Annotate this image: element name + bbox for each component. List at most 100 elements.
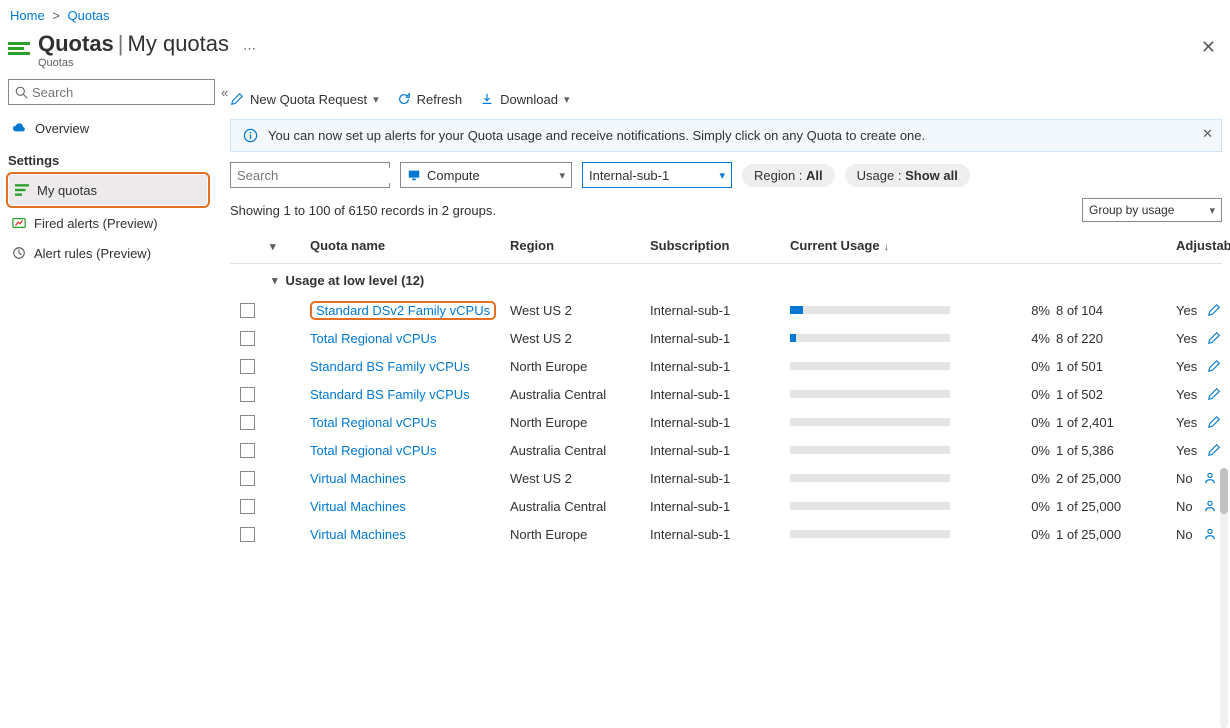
usage-bar <box>790 530 950 538</box>
pencil-icon[interactable] <box>1207 303 1221 317</box>
cell-region: West US 2 <box>510 303 650 318</box>
quota-name-link[interactable]: Virtual Machines <box>310 471 406 486</box>
col-region[interactable]: Region <box>510 238 650 253</box>
row-checkbox[interactable] <box>240 443 255 458</box>
scrollbar-thumb[interactable] <box>1220 468 1228 514</box>
content-pane: New Quota Request ▾ Refresh Download ▾ Y… <box>216 79 1230 548</box>
table-row: Virtual Machines Australia Central Inter… <box>230 492 1222 520</box>
filter-search-input[interactable] <box>237 168 413 183</box>
vertical-scrollbar[interactable] <box>1220 468 1228 728</box>
sidebar-section-settings: Settings <box>6 143 216 172</box>
pencil-icon[interactable] <box>1207 359 1221 373</box>
chevron-down-icon: ▾ <box>559 169 565 182</box>
sidebar-item-fired-alerts[interactable]: Fired alerts (Preview) <box>6 208 216 238</box>
cell-usage: 8 of 104 <box>1056 303 1176 318</box>
sidebar-item-alert-rules[interactable]: Alert rules (Preview) <box>6 238 216 268</box>
table-row: Virtual Machines West US 2 Internal-sub-… <box>230 464 1222 492</box>
sidebar-search-input[interactable] <box>32 85 208 100</box>
filter-provider[interactable]: Compute ▾ <box>400 162 572 188</box>
quota-name-link[interactable]: Total Regional vCPUs <box>310 443 436 458</box>
sidebar-search[interactable] <box>8 79 215 105</box>
cell-adjustable: No <box>1176 527 1193 542</box>
clock-icon <box>12 246 26 260</box>
usage-bar <box>790 334 950 342</box>
pencil-icon[interactable] <box>1207 387 1221 401</box>
toolbar-label: Download <box>500 92 558 107</box>
banner-text: You can now set up alerts for your Quota… <box>268 128 925 143</box>
chevron-down-icon[interactable]: ▾ <box>270 241 276 253</box>
person-icon[interactable] <box>1203 527 1217 541</box>
cell-percent: 0% <box>980 443 1056 458</box>
usage-bar <box>790 446 950 454</box>
pencil-icon[interactable] <box>1207 443 1221 457</box>
row-checkbox[interactable] <box>240 415 255 430</box>
row-checkbox[interactable] <box>240 303 255 318</box>
sidebar-item-label: Fired alerts (Preview) <box>34 216 158 231</box>
group-header-row[interactable]: ▾ Usage at low level (12) <box>230 264 1222 296</box>
refresh-icon <box>397 92 411 106</box>
quota-name-link[interactable]: Total Regional vCPUs <box>310 331 436 346</box>
quota-name-link[interactable]: Total Regional vCPUs <box>310 415 436 430</box>
breadcrumb-quotas[interactable]: Quotas <box>68 8 110 23</box>
cloud-icon <box>12 121 27 136</box>
sidebar-item-my-quotas[interactable]: My quotas <box>9 175 207 205</box>
quota-name-link[interactable]: Virtual Machines <box>310 527 406 542</box>
table-row: Total Regional vCPUs Australia Central I… <box>230 436 1222 464</box>
col-quota-name[interactable]: Quota name <box>310 238 510 253</box>
cell-region: West US 2 <box>510 471 650 486</box>
person-icon[interactable] <box>1203 471 1217 485</box>
cell-percent: 0% <box>980 499 1056 514</box>
cell-subscription: Internal-sub-1 <box>650 499 790 514</box>
cell-usage: 1 of 25,000 <box>1056 499 1176 514</box>
person-icon[interactable] <box>1203 499 1217 513</box>
records-count: Showing 1 to 100 of 6150 records in 2 gr… <box>230 203 496 218</box>
filter-search[interactable] <box>230 162 390 188</box>
cell-region: West US 2 <box>510 331 650 346</box>
cell-usage: 1 of 2,401 <box>1056 415 1176 430</box>
filter-provider-label: Compute <box>427 168 480 183</box>
chevron-down-icon: ▾ <box>1209 204 1215 217</box>
cell-subscription: Internal-sub-1 <box>650 303 790 318</box>
group-by-dropdown[interactable]: Group by usage ▾ <box>1082 198 1222 222</box>
refresh-button[interactable]: Refresh <box>397 92 463 107</box>
close-blade[interactable]: ✕ <box>1201 37 1216 58</box>
row-checkbox[interactable] <box>240 387 255 402</box>
row-checkbox[interactable] <box>240 359 255 374</box>
pill-label: Usage : <box>857 168 902 183</box>
cell-region: North Europe <box>510 359 650 374</box>
usage-bar <box>790 502 950 510</box>
quota-name-link[interactable]: Standard DSv2 Family vCPUs <box>316 303 490 318</box>
filter-usage-pill[interactable]: Usage : Show all <box>845 164 970 187</box>
table-row: Standard DSv2 Family vCPUs West US 2 Int… <box>230 296 1222 324</box>
row-checkbox[interactable] <box>240 471 255 486</box>
cell-adjustable: Yes <box>1176 359 1197 374</box>
cell-percent: 4% <box>980 331 1056 346</box>
cell-usage: 1 of 502 <box>1056 387 1176 402</box>
new-quota-request-button[interactable]: New Quota Request ▾ <box>230 92 379 107</box>
cell-subscription: Internal-sub-1 <box>650 331 790 346</box>
banner-close[interactable]: ✕ <box>1202 126 1213 142</box>
pencil-icon[interactable] <box>1207 331 1221 345</box>
breadcrumb-home[interactable]: Home <box>10 8 45 23</box>
row-checkbox[interactable] <box>240 331 255 346</box>
filter-subscription[interactable]: Internal-sub-1 ▾ <box>582 162 732 188</box>
col-current-usage[interactable]: Current Usage↓ <box>790 238 980 253</box>
col-adjustable[interactable]: Adjustable <box>1176 238 1230 253</box>
download-button[interactable]: Download ▾ <box>480 92 569 107</box>
quota-name-link[interactable]: Standard BS Family vCPUs <box>310 359 470 374</box>
quota-name-link[interactable]: Virtual Machines <box>310 499 406 514</box>
cell-adjustable: Yes <box>1176 387 1197 402</box>
cell-subscription: Internal-sub-1 <box>650 471 790 486</box>
highlight-quota-name: Standard DSv2 Family vCPUs <box>310 301 496 320</box>
more-actions[interactable]: ⋯ <box>243 41 256 57</box>
quota-name-link[interactable]: Standard BS Family vCPUs <box>310 387 470 402</box>
filter-region-pill[interactable]: Region : All <box>742 164 835 187</box>
cell-percent: 0% <box>980 471 1056 486</box>
toolbar-label: Refresh <box>417 92 463 107</box>
table-row: Total Regional vCPUs West US 2 Internal-… <box>230 324 1222 352</box>
row-checkbox[interactable] <box>240 527 255 542</box>
pencil-icon[interactable] <box>1207 415 1221 429</box>
row-checkbox[interactable] <box>240 499 255 514</box>
sidebar-item-overview[interactable]: Overview <box>6 113 216 143</box>
col-subscription[interactable]: Subscription <box>650 238 790 253</box>
